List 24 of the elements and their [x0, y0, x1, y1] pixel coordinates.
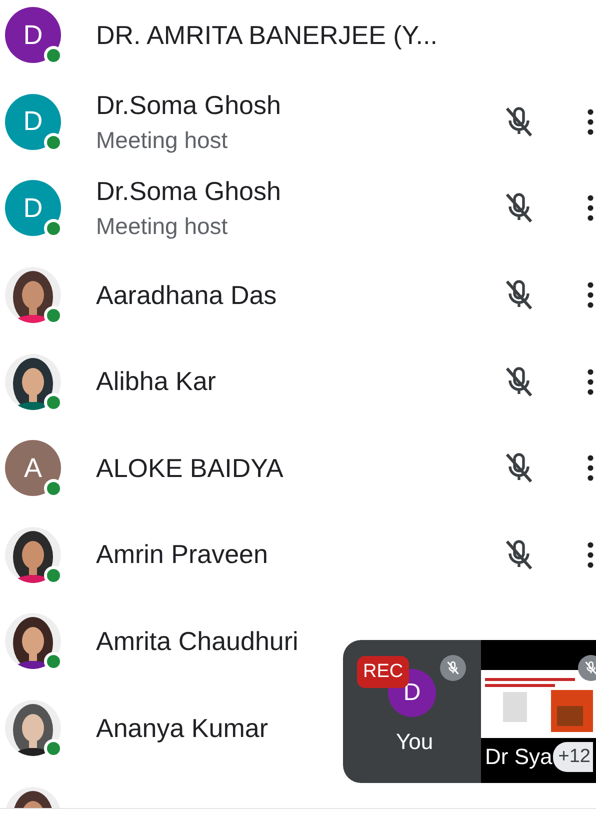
participant-role: Meeting host [96, 126, 229, 154]
more-options-icon[interactable] [587, 195, 596, 222]
more-options-icon[interactable] [587, 282, 596, 308]
avatar: A [5, 440, 61, 496]
avatar: D [5, 94, 61, 150]
avatar: D [5, 180, 61, 236]
participant-name: DR. AMRITA BANERJEE (Y... [96, 20, 438, 51]
more-options-icon[interactable] [587, 455, 596, 482]
tile-name: Dr Sya [485, 744, 552, 770]
participant-name: Dr.Soma Ghosh [96, 90, 281, 121]
participant-name: ALOKE BAIDYA [96, 452, 284, 484]
more-options-icon[interactable] [587, 542, 596, 568]
participant-role: Meeting host [96, 213, 229, 240]
participant-name: Aaradhana Das [96, 280, 277, 311]
participant-count-badge[interactable]: +12 [553, 742, 594, 772]
participant-name: Dr.Soma Ghosh [96, 176, 281, 208]
tile-name: You [396, 729, 434, 755]
participant-name: Amrin Praveen [96, 539, 268, 570]
more-options-icon[interactable] [587, 108, 596, 135]
participant-name: Alibha Kar [96, 366, 216, 398]
avatar: D [5, 7, 61, 64]
more-options-icon[interactable] [587, 368, 596, 395]
participant-name: Amrita Chaudhuri [96, 626, 298, 657]
participant-name: Ananya Kumar [96, 712, 268, 744]
